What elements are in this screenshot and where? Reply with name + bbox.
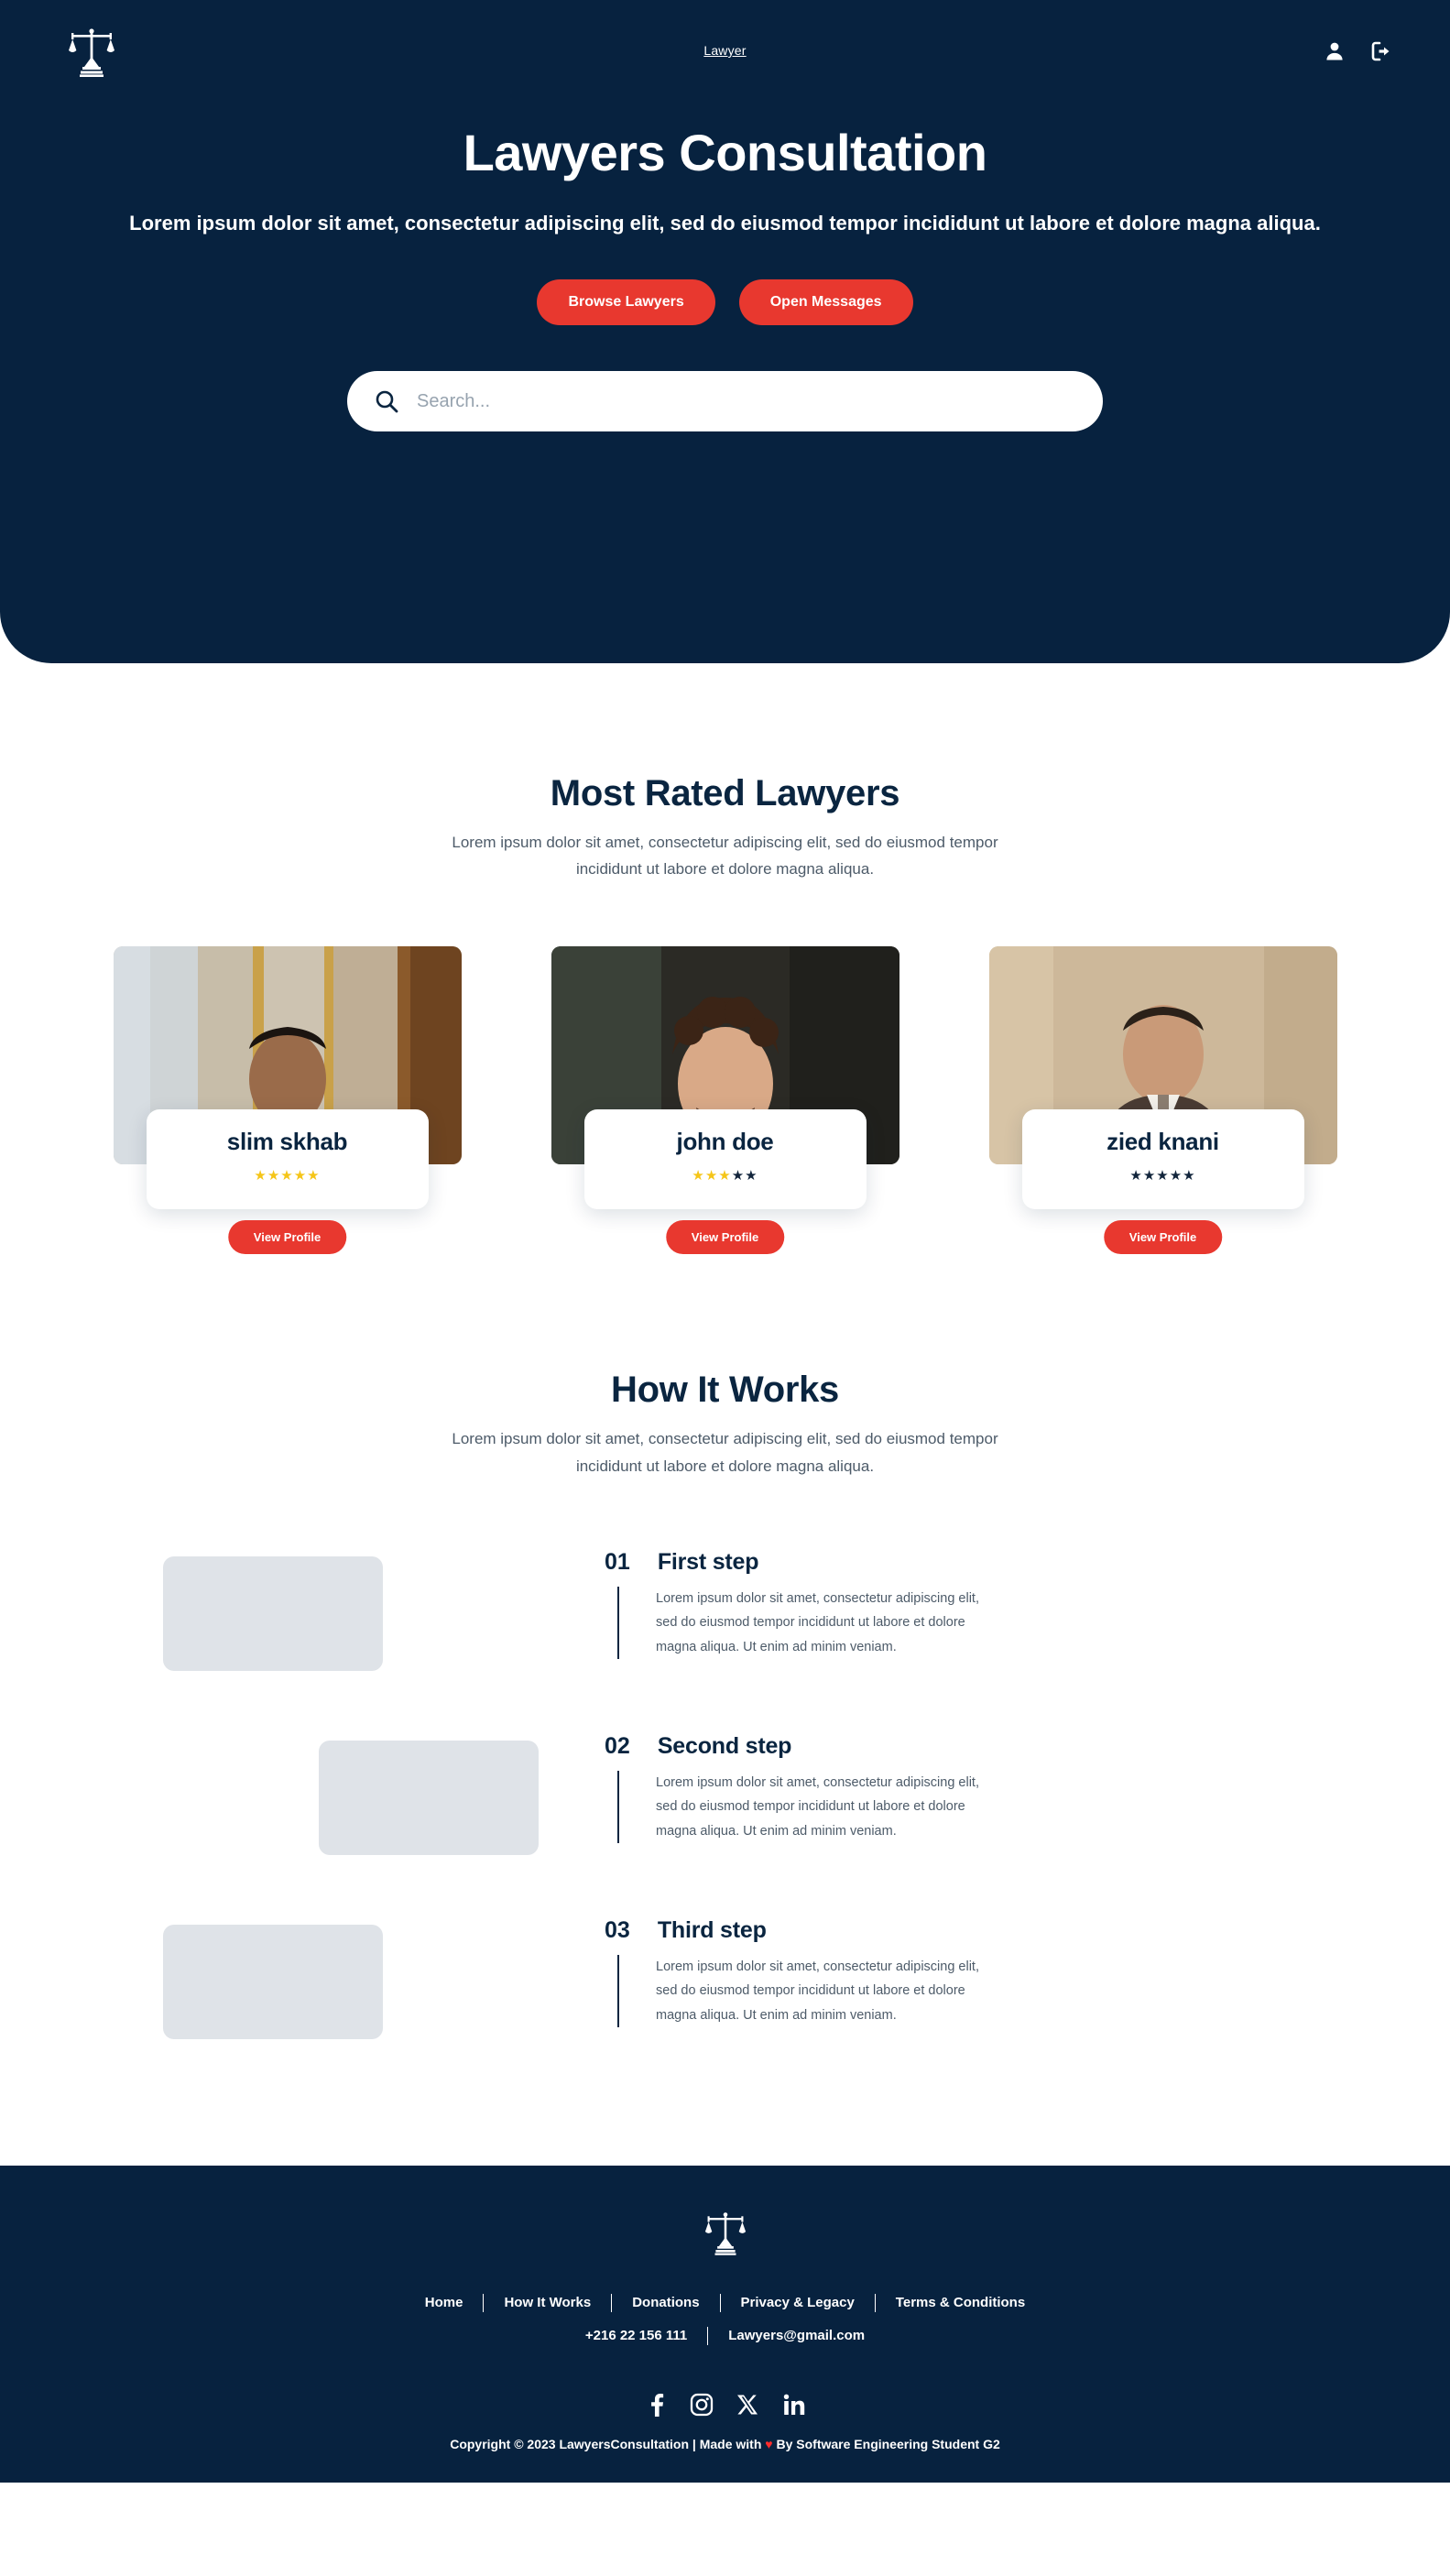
step-image-placeholder xyxy=(319,1740,539,1855)
rated-subtitle: Lorem ipsum dolor sit amet, consectetur … xyxy=(452,834,998,879)
footer-link-privacy[interactable]: Privacy & Legacy xyxy=(721,2295,875,2310)
lawyer-name: zied knani xyxy=(1107,1128,1219,1156)
step-item: 02 Second step Lorem ipsum dolor sit ame… xyxy=(0,1733,1450,1875)
footer-link-how-it-works[interactable]: How It Works xyxy=(484,2295,611,2310)
rating-stars: ★★★★★ xyxy=(1129,1168,1196,1184)
navbar-center: Lawyer xyxy=(0,43,1450,60)
page-title: Lawyers Consultation xyxy=(463,124,987,181)
hero-actions: Browse Lawyers Open Messages xyxy=(0,279,1450,326)
brand-logo[interactable] xyxy=(68,26,178,77)
step-item: 03 Third step Lorem ipsum dolor sit amet… xyxy=(0,1917,1450,2059)
lawyer-card-info: slim skhab ★★★★★ xyxy=(146,1109,429,1210)
logout-icon[interactable] xyxy=(1369,40,1393,62)
step-list: 01 First step Lorem ipsum dolor sit amet… xyxy=(0,1549,1450,2059)
rating-stars: ★★★★★ xyxy=(254,1168,321,1184)
lawyer-card-list: slim skhab ★★★★★ View Profile john doe ★… xyxy=(0,946,1450,1255)
copyright: Copyright © 2023 LawyersConsultation | M… xyxy=(0,2437,1450,2451)
search-area xyxy=(0,371,1450,432)
view-profile-button[interactable]: View Profile xyxy=(1103,1220,1223,1255)
lawyer-name: slim skhab xyxy=(226,1128,348,1156)
lawyer-card[interactable]: slim skhab ★★★★★ View Profile xyxy=(113,946,462,1255)
step-image-placeholder xyxy=(163,1555,383,1671)
linkedin-icon[interactable] xyxy=(783,2394,805,2416)
most-rated-lawyers-section: Most Rated Lawyers Lorem ipsum dolor sit… xyxy=(0,663,1450,1255)
hero-subtitle: Lorem ipsum dolor sit amet, consectetur … xyxy=(129,212,1321,235)
lawyer-card[interactable]: john doe ★★★★★ View Profile xyxy=(551,946,899,1255)
view-profile-button[interactable]: View Profile xyxy=(665,1220,785,1255)
step-number: 03 xyxy=(605,1916,630,1943)
step-body: Lorem ipsum dolor sit amet, consectetur … xyxy=(617,1586,1002,1660)
step-text-column: 01 First step Lorem ipsum dolor sit amet… xyxy=(605,1548,1117,1660)
rating-stars: ★★★★★ xyxy=(692,1168,758,1184)
footer-link-donations[interactable]: Donations xyxy=(612,2295,719,2310)
open-messages-button[interactable]: Open Messages xyxy=(738,279,913,326)
how-title: How It Works xyxy=(610,1370,840,1411)
user-icon[interactable] xyxy=(1324,40,1346,62)
footer-nav: Home How It Works Donations Privacy & Le… xyxy=(0,2293,1450,2312)
step-title: Third step xyxy=(657,1916,767,1943)
footer-contact: +216 22 156 111 Lawyers@gmail.com xyxy=(0,2326,1450,2345)
step-image-column xyxy=(137,1549,605,1691)
step-text-column: 03 Third step Lorem ipsum dolor sit amet… xyxy=(605,1916,1117,2028)
footer-email[interactable]: Lawyers@gmail.com xyxy=(708,2328,885,2343)
step-image-column xyxy=(137,1917,605,2059)
footer-phone[interactable]: +216 22 156 111 xyxy=(565,2328,707,2343)
search-input[interactable] xyxy=(417,390,1075,412)
search-icon xyxy=(375,389,398,413)
how-it-works-section: How It Works Lorem ipsum dolor sit amet,… xyxy=(0,1249,1450,2165)
lawyer-card[interactable]: zied knani ★★★★★ View Profile xyxy=(988,946,1337,1255)
step-body: Lorem ipsum dolor sit amet, consectetur … xyxy=(617,1770,1002,1844)
facebook-icon[interactable] xyxy=(646,2393,666,2417)
step-image-placeholder xyxy=(163,1924,383,2039)
step-item: 01 First step Lorem ipsum dolor sit amet… xyxy=(0,1549,1450,1691)
footer-link-terms[interactable]: Terms & Conditions xyxy=(876,2295,1045,2310)
instagram-icon[interactable] xyxy=(690,2393,714,2417)
browse-lawyers-button[interactable]: Browse Lawyers xyxy=(537,279,715,326)
footer-logo[interactable] xyxy=(0,2210,1450,2255)
nav-link-lawyer[interactable]: Lawyer xyxy=(703,43,746,58)
view-profile-button[interactable]: View Profile xyxy=(227,1220,347,1255)
navbar: Lawyer xyxy=(0,0,1450,103)
search-box[interactable] xyxy=(347,371,1103,432)
lawyer-name: john doe xyxy=(676,1128,774,1156)
footer: Home How It Works Donations Privacy & Le… xyxy=(0,2165,1450,2483)
scales-of-justice-icon xyxy=(69,28,114,77)
footer-link-home[interactable]: Home xyxy=(405,2295,484,2310)
x-twitter-icon[interactable] xyxy=(736,2394,759,2416)
navbar-actions xyxy=(1324,40,1393,62)
scales-of-justice-icon xyxy=(704,2212,746,2255)
copyright-after: By Software Engineering Student G2 xyxy=(772,2436,1000,2451)
step-text-column: 02 Second step Lorem ipsum dolor sit ame… xyxy=(605,1732,1117,1844)
step-number: 02 xyxy=(605,1732,630,1759)
step-body: Lorem ipsum dolor sit amet, consectetur … xyxy=(617,1954,1002,2028)
step-image-column xyxy=(137,1733,605,1875)
rated-title: Most Rated Lawyers xyxy=(550,773,900,813)
social-links xyxy=(0,2393,1450,2417)
copyright-before: Copyright © 2023 LawyersConsultation | M… xyxy=(450,2436,766,2451)
how-subtitle: Lorem ipsum dolor sit amet, consectetur … xyxy=(452,1430,998,1475)
step-number: 01 xyxy=(605,1548,630,1575)
hero-section: Lawyer Lawyers Consultation Lorem ipsum … xyxy=(0,0,1450,663)
heart-icon: ♥ xyxy=(765,2436,773,2451)
lawyer-card-info: john doe ★★★★★ xyxy=(583,1109,867,1210)
step-title: Second step xyxy=(657,1732,792,1759)
step-title: First step xyxy=(657,1548,759,1575)
lawyer-card-info: zied knani ★★★★★ xyxy=(1021,1109,1304,1210)
